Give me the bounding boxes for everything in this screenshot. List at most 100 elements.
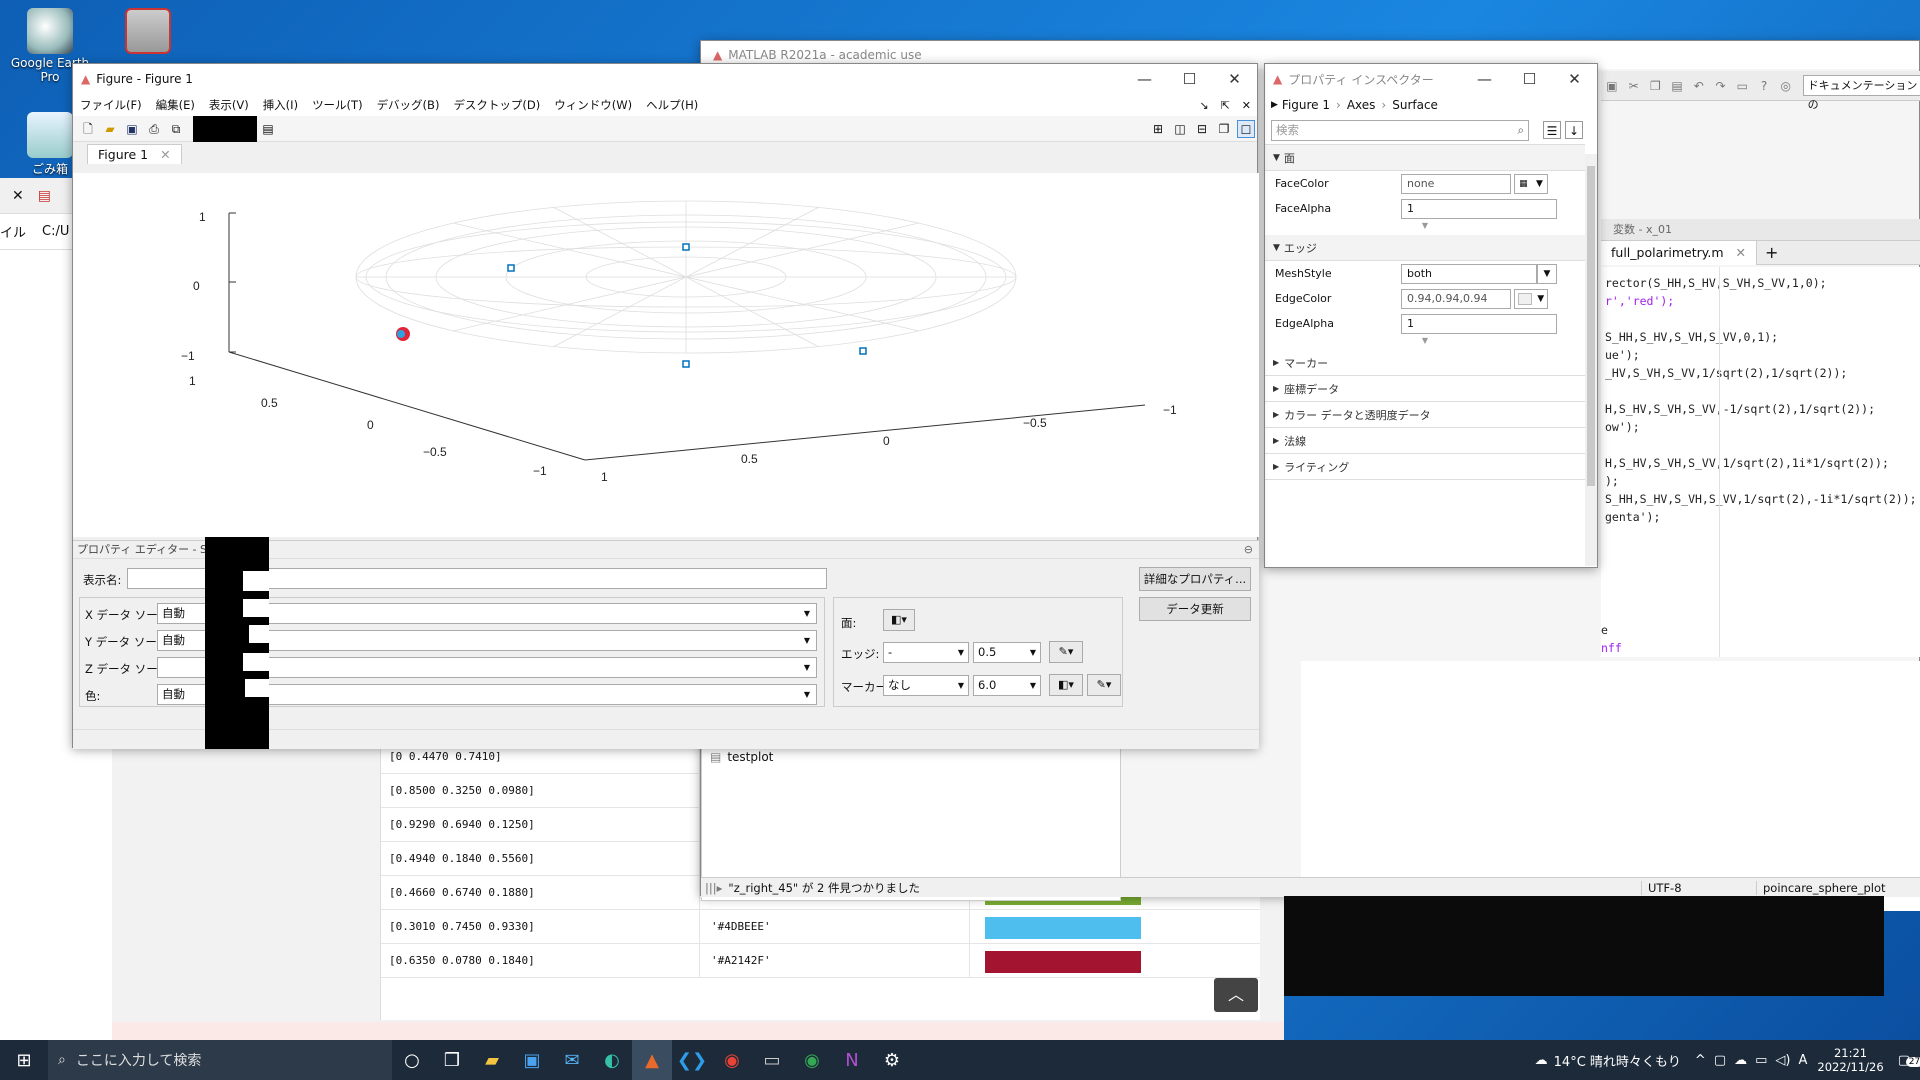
chrome-profile-icon[interactable]: ◉	[792, 1040, 832, 1080]
figure-tab[interactable]: Figure 1 ✕	[87, 144, 182, 164]
edgecolor-value[interactable]: 0.94,0.94,0.94	[1401, 288, 1511, 309]
inspector-section-header[interactable]: ▶ マーカー	[1265, 350, 1585, 376]
pin-icon[interactable]: ⇱	[1221, 99, 1230, 112]
scrollbar-thumb[interactable]	[1587, 166, 1595, 486]
chevron-down-icon[interactable]: ▼	[1537, 263, 1557, 284]
task-view-icon[interactable]: ❒	[432, 1040, 472, 1080]
section-face-header[interactable]: ▼ 面	[1265, 145, 1585, 171]
expand-more-icon[interactable]: ▼	[1265, 221, 1585, 235]
close-button[interactable]: ✕	[1212, 70, 1257, 88]
scroll-to-top-button[interactable]: ︿	[1214, 978, 1258, 1012]
inspector-section-header[interactable]: ▶凡例	[1265, 480, 1585, 484]
menu-item[interactable]: ファイル(F)	[80, 97, 142, 113]
edge-style-select[interactable]: - ▼	[883, 642, 969, 663]
menu-item[interactable]: 表示(V)	[209, 97, 249, 113]
meet-icon[interactable]: ▢	[1714, 1053, 1726, 1068]
menu-item[interactable]: 編集(E)	[156, 97, 195, 113]
chrome-icon[interactable]: ◉	[712, 1040, 752, 1080]
collapse-icon[interactable]: ⊖	[1244, 541, 1253, 559]
menu-item[interactable]: デバッグ(B)	[377, 97, 440, 113]
maximize-button[interactable]: ☐	[1507, 70, 1552, 88]
breadcrumb-item[interactable]: Figure 1	[1282, 98, 1330, 112]
paste-icon[interactable]: ▤	[1668, 77, 1686, 95]
undock-icon[interactable]: ↘	[1199, 99, 1208, 112]
marker-size-select[interactable]: 6.0 ▼	[973, 675, 1041, 696]
menu-item[interactable]: ウィンドウ(W)	[554, 97, 632, 113]
inspector-scrollbar[interactable]	[1585, 154, 1597, 566]
facecolor-picker[interactable]: ▦ ▼	[1514, 173, 1548, 194]
breadcrumb-item[interactable]: Axes	[1347, 98, 1376, 112]
expand-more-icon[interactable]: ▼	[1265, 336, 1585, 350]
variable-tab[interactable]: 変数 - x_01	[1613, 223, 1672, 236]
mail-icon[interactable]: ✉	[552, 1040, 592, 1080]
more-properties-button[interactable]: 詳細なプロパティ...	[1139, 567, 1251, 591]
maximize-button[interactable]: ☐	[1167, 70, 1212, 88]
inspector-section-header[interactable]: ▶ カラー データと透明度データ	[1265, 402, 1585, 428]
notification-center-icon[interactable]: ▢ 27	[1898, 1053, 1920, 1068]
onedrive-icon[interactable]: ☁	[1734, 1053, 1747, 1068]
open-icon[interactable]: ▰	[101, 120, 119, 138]
marker-edge-button[interactable]: ✎▾	[1087, 674, 1121, 696]
tile-columns-icon[interactable]: ◫	[1171, 120, 1189, 138]
link-plot-icon[interactable]: ⧉	[167, 120, 185, 138]
settings-icon[interactable]: ⚙	[872, 1040, 912, 1080]
terminal-icon[interactable]: ▭	[752, 1040, 792, 1080]
breadcrumb-item[interactable]: Surface	[1392, 98, 1438, 112]
edgealpha-value[interactable]: 1	[1401, 313, 1557, 334]
maximize-tile-icon[interactable]: ☐	[1237, 119, 1255, 138]
float-icon[interactable]: ❐	[1215, 120, 1233, 138]
cut-icon[interactable]: ✂	[1625, 77, 1643, 95]
edge-browser-icon[interactable]: ◐	[592, 1040, 632, 1080]
matlab-taskbar-icon[interactable]: ▲	[632, 1040, 672, 1080]
cortana-icon[interactable]: ○	[392, 1040, 432, 1080]
inspector-section-header[interactable]: ▶ 座標データ	[1265, 376, 1585, 402]
sort-az-icon[interactable]: ↓	[1565, 121, 1583, 139]
minimize-button[interactable]: —	[1462, 70, 1507, 88]
file-item[interactable]: ▤ testplot	[710, 750, 773, 764]
editor-file-tab[interactable]: full_polarimetry.m ✕	[1601, 240, 1757, 265]
refresh-data-button[interactable]: データ更新	[1139, 597, 1251, 621]
copy-icon[interactable]: ❐	[1646, 77, 1664, 95]
network-icon[interactable]: ▭	[1755, 1053, 1767, 1068]
code-editor[interactable]: rector(S_HH,S_HV,S_VH,S_VV,1,0); r','red'…	[1601, 267, 1920, 657]
start-button[interactable]: ⊞	[0, 1040, 48, 1080]
inspector-section-header[interactable]: ▶ 法線	[1265, 428, 1585, 454]
menu-item[interactable]: デスクトップ(D)	[453, 97, 540, 113]
community-icon[interactable]: ◎	[1777, 77, 1795, 95]
facealpha-value[interactable]: 1	[1401, 198, 1557, 219]
switch-windows-icon[interactable]: ▭	[1733, 77, 1751, 95]
clock[interactable]: 21:21 2022/11/26	[1817, 1046, 1883, 1074]
explorer-path[interactable]: C:/U	[42, 224, 69, 239]
facecolor-value[interactable]: none	[1401, 173, 1511, 194]
edge-color-button[interactable]: ✎▾	[1049, 641, 1083, 663]
inspector-section-header[interactable]: ▶ ライティング	[1265, 454, 1585, 480]
weather-text[interactable]: 14°C 晴れ時々くもり	[1554, 1051, 1681, 1070]
face-color-button[interactable]: ◧▾	[883, 609, 915, 631]
menu-item[interactable]: ヘルプ(H)	[646, 97, 698, 113]
tile-rows-icon[interactable]: ⊟	[1193, 120, 1211, 138]
list-view-icon[interactable]: ☰	[1543, 121, 1561, 139]
file-explorer-icon[interactable]: ▰	[472, 1040, 512, 1080]
documentation-search-input[interactable]: ドキュメンテーションの	[1802, 75, 1920, 111]
menu-item[interactable]: 挿入(I)	[263, 97, 298, 113]
print-icon[interactable]: ⎙	[145, 120, 163, 138]
vscode-icon[interactable]: ❮❯	[672, 1040, 712, 1080]
store-icon[interactable]: ▣	[512, 1040, 552, 1080]
redo-icon[interactable]: ↷	[1712, 77, 1730, 95]
plot-canvas[interactable]: 1 0 −1 1 0.5 0 −0.5 −1 1 0.5 0 −0.5 −1	[73, 173, 1259, 537]
ime-indicator[interactable]: A	[1799, 1053, 1808, 1068]
edgecolor-picker[interactable]: ▼	[1514, 288, 1548, 309]
section-edge-header[interactable]: ▼ エッジ	[1265, 235, 1585, 261]
minimize-button[interactable]: —	[1122, 70, 1167, 88]
taskbar-search-box[interactable]: ⌕ ここに入力して検索	[48, 1040, 392, 1080]
volume-icon[interactable]: ◁)	[1775, 1053, 1790, 1068]
close-icon[interactable]: ✕	[160, 147, 170, 162]
close-icon[interactable]: ✕	[12, 188, 24, 204]
close-icon[interactable]: ✕	[1242, 99, 1251, 112]
close-button[interactable]: ✕	[1552, 70, 1597, 88]
save-icon[interactable]: ▣	[123, 120, 141, 138]
edge-width-select[interactable]: 0.5 ▼	[973, 642, 1041, 663]
undo-icon[interactable]: ↶	[1690, 77, 1708, 95]
marker-face-button[interactable]: ◧▾	[1049, 674, 1083, 696]
tile-grid-icon[interactable]: ⊞	[1149, 120, 1167, 138]
